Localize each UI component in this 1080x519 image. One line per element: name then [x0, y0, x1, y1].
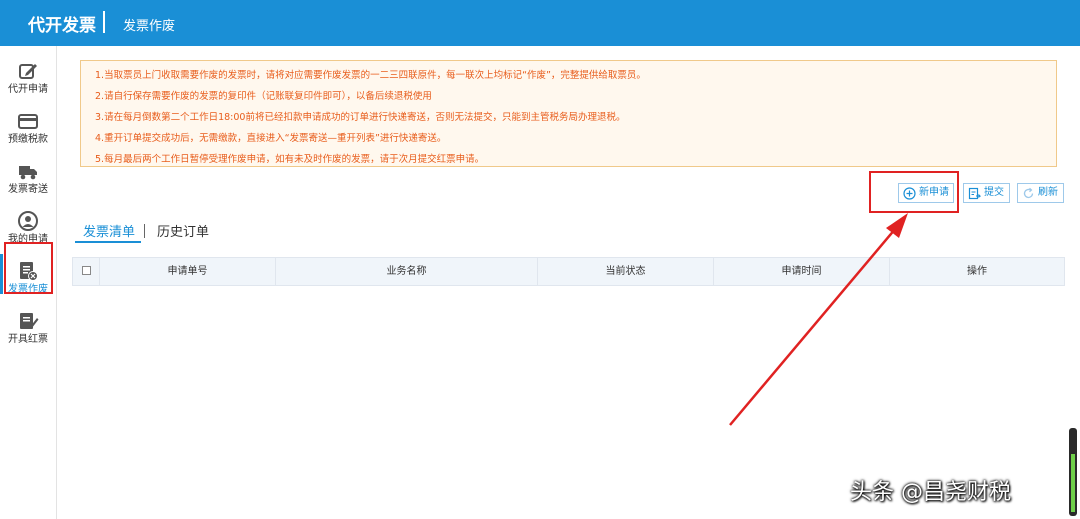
annotation-arrow: [729, 213, 908, 426]
arrow-line: [729, 227, 897, 426]
level-indicator: [1069, 428, 1077, 516]
watermark: 头条 @昌尧财税: [850, 480, 1011, 505]
level-fill: [1071, 454, 1075, 512]
